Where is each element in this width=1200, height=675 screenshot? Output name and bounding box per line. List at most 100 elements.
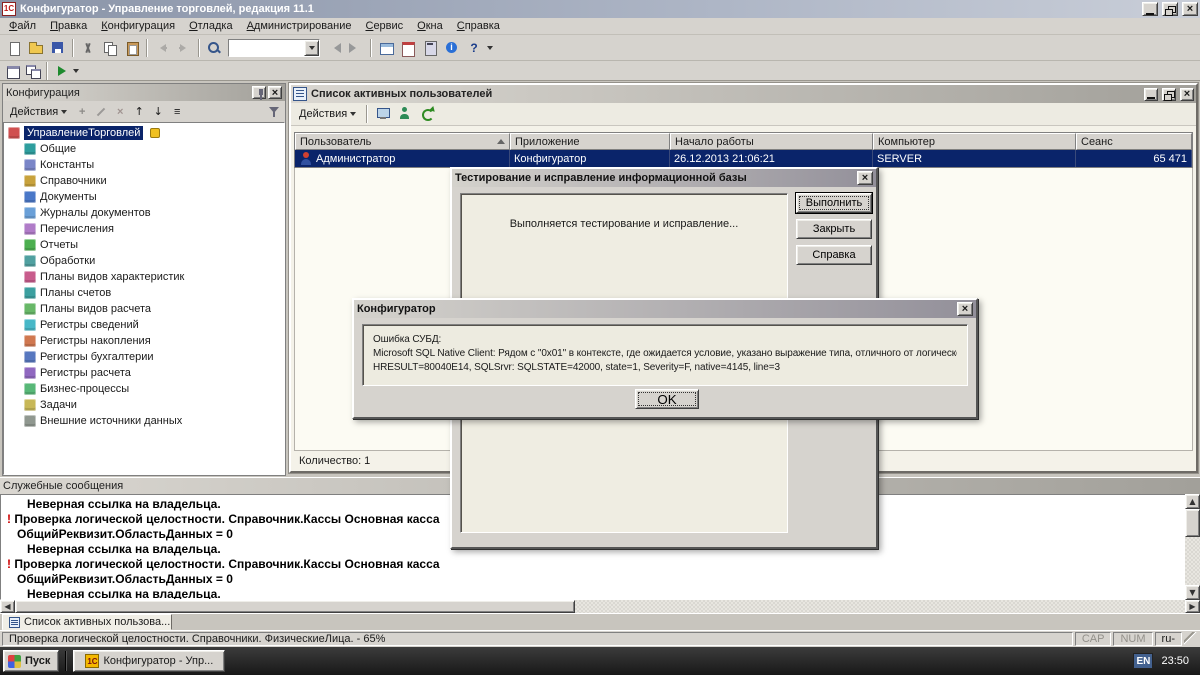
close-panel-button[interactable]: ×	[268, 86, 282, 99]
tree-item-charts-of-characteristic-types[interactable]: Планы видов характеристик	[4, 269, 284, 285]
tree-item-document-journals[interactable]: Журналы документов	[4, 205, 284, 221]
actions-menu-button[interactable]: Действия	[294, 106, 361, 122]
column-header-user[interactable]: Пользователь	[295, 133, 510, 150]
open-button[interactable]	[25, 37, 47, 59]
message-line[interactable]: Неверная ссылка на владельца.	[7, 587, 1199, 600]
add-item-button[interactable]: +	[73, 103, 91, 121]
calculator-button[interactable]	[419, 37, 441, 59]
table-row[interactable]: Администратор Конфигуратор 26.12.2013 21…	[295, 150, 1192, 167]
tree-root-management-trade[interactable]: УправлениеТорговлей	[4, 125, 284, 141]
search-combo-dropdown-button[interactable]	[304, 40, 319, 56]
toolbar-overflow-icon[interactable]	[487, 46, 493, 50]
menu-item-configuration[interactable]: Конфигурация	[94, 19, 182, 33]
configuration-panel-header[interactable]: Конфигурация ×	[3, 84, 285, 101]
dialog-close-button[interactable]: ×	[957, 302, 973, 316]
tree-item-business-processes[interactable]: Бизнес-процессы	[4, 381, 284, 397]
delete-item-button[interactable]: ×	[111, 103, 129, 121]
tree-item-reports[interactable]: Отчеты	[4, 237, 284, 253]
tree-item-external-data-sources[interactable]: Внешние источники данных	[4, 413, 284, 429]
search-combo-input[interactable]	[229, 40, 304, 56]
refresh-button[interactable]	[417, 105, 437, 123]
run-button[interactable]: Выполнить	[796, 193, 872, 213]
scroll-right-button[interactable]: ▶	[1185, 600, 1200, 613]
sql-error-dialog-titlebar[interactable]: Конфигуратор ×	[354, 300, 976, 318]
menu-item-file[interactable]: Файл	[2, 19, 43, 33]
column-header-session[interactable]: Сеанс	[1076, 133, 1192, 150]
close-button[interactable]: Закрыть	[796, 219, 872, 239]
table-tool-button[interactable]	[375, 37, 397, 59]
sort-list-button[interactable]: ≡	[168, 103, 186, 121]
window-layout-button[interactable]	[3, 62, 23, 80]
navigate-forward-button[interactable]	[345, 37, 367, 59]
menu-item-administration[interactable]: Администрирование	[240, 19, 359, 33]
menu-item-edit[interactable]: Правка	[43, 19, 94, 33]
tree-item-accumulation-registers[interactable]: Регистры накопления	[4, 333, 284, 349]
column-header-start-time[interactable]: Начало работы	[670, 133, 873, 150]
message-line[interactable]: ! Проверка логической целостности. Справ…	[7, 557, 1199, 572]
save-button[interactable]	[47, 37, 69, 59]
app-titlebar[interactable]: Конфигуратор - Управление торговлей, ред…	[0, 0, 1200, 18]
calendar-button[interactable]	[397, 37, 419, 59]
tray-clock[interactable]: 23:50	[1161, 655, 1189, 667]
paste-button[interactable]	[121, 37, 143, 59]
window-restore-button[interactable]	[1162, 2, 1178, 16]
child-restore-button[interactable]	[1162, 88, 1176, 101]
tray-language-indicator[interactable]: EN	[1133, 653, 1153, 669]
window-cascade-button[interactable]	[23, 62, 43, 80]
vertical-scroll-track[interactable]	[1185, 537, 1200, 585]
cut-button[interactable]	[77, 37, 99, 59]
undo-button[interactable]	[151, 37, 173, 59]
tree-item-information-registers[interactable]: Регистры сведений	[4, 317, 284, 333]
column-header-application[interactable]: Приложение	[510, 133, 670, 150]
dialog-close-button[interactable]: ×	[857, 171, 873, 185]
actions-menu-button[interactable]: Действия	[5, 104, 72, 120]
tree-item-common[interactable]: Общие	[4, 141, 284, 157]
tree-item-charts-of-calculation-types[interactable]: Планы видов расчета	[4, 301, 284, 317]
test-repair-dialog-titlebar[interactable]: Тестирование и исправление информационно…	[452, 169, 876, 187]
tree-item-tasks[interactable]: Задачи	[4, 397, 284, 413]
window-close-button[interactable]: ×	[1182, 2, 1198, 16]
debug-options-dropdown-icon[interactable]	[73, 69, 79, 73]
menu-item-help[interactable]: Справка	[450, 19, 507, 33]
resize-grip[interactable]	[1184, 632, 1198, 646]
tree-item-data-processors[interactable]: Обработки	[4, 253, 284, 269]
move-up-button[interactable]: ↑	[130, 103, 148, 121]
horizontal-scroll-track[interactable]	[575, 600, 1185, 613]
tab-active-users[interactable]: Список активных пользова...	[2, 614, 172, 630]
scroll-up-button[interactable]: ▲	[1185, 494, 1200, 509]
move-down-button[interactable]: ↓	[149, 103, 167, 121]
tree-item-enumerations[interactable]: Перечисления	[4, 221, 284, 237]
child-minimize-button[interactable]	[1144, 88, 1158, 101]
menu-item-windows[interactable]: Окна	[410, 19, 450, 33]
scroll-left-button[interactable]: ◀	[0, 600, 15, 613]
add-user-button[interactable]	[395, 105, 415, 123]
keyboard-language-indicator[interactable]: ru-	[1155, 632, 1182, 646]
find-button[interactable]	[203, 37, 225, 59]
column-header-computer[interactable]: Компьютер	[873, 133, 1076, 150]
tree-item-catalogs[interactable]: Справочники	[4, 173, 284, 189]
syntax-info-button[interactable]	[441, 37, 463, 59]
menu-item-debug[interactable]: Отладка	[182, 19, 240, 33]
scroll-down-button[interactable]: ▼	[1185, 585, 1200, 600]
new-button[interactable]	[3, 37, 25, 59]
navigate-back-button[interactable]	[323, 37, 345, 59]
help-button[interactable]: Справка	[796, 245, 872, 265]
menu-item-service[interactable]: Сервис	[358, 19, 410, 33]
taskbar-item-configurator[interactable]: Конфигуратор - Упр...	[73, 650, 225, 672]
tree-item-calculation-registers[interactable]: Регистры расчета	[4, 365, 284, 381]
pin-panel-button[interactable]	[252, 86, 266, 99]
redo-button[interactable]	[173, 37, 195, 59]
tree-item-charts-of-accounts[interactable]: Планы счетов	[4, 285, 284, 301]
edit-item-button[interactable]	[92, 103, 110, 121]
message-line[interactable]: ОбщийРеквизит.ОбластьДанных = 0	[7, 572, 1199, 587]
tree-item-accounting-registers[interactable]: Регистры бухгалтерии	[4, 349, 284, 365]
start-button[interactable]: Пуск	[3, 650, 59, 672]
window-minimize-button[interactable]	[1142, 2, 1158, 16]
tree-item-constants[interactable]: Константы	[4, 157, 284, 173]
filter-button[interactable]	[265, 103, 283, 121]
ok-button[interactable]: OK	[635, 389, 699, 409]
horizontal-scroll-thumb[interactable]	[15, 600, 575, 613]
start-debug-button[interactable]	[51, 62, 71, 80]
vertical-scroll-thumb[interactable]	[1185, 509, 1200, 537]
help-button[interactable]	[463, 37, 485, 59]
